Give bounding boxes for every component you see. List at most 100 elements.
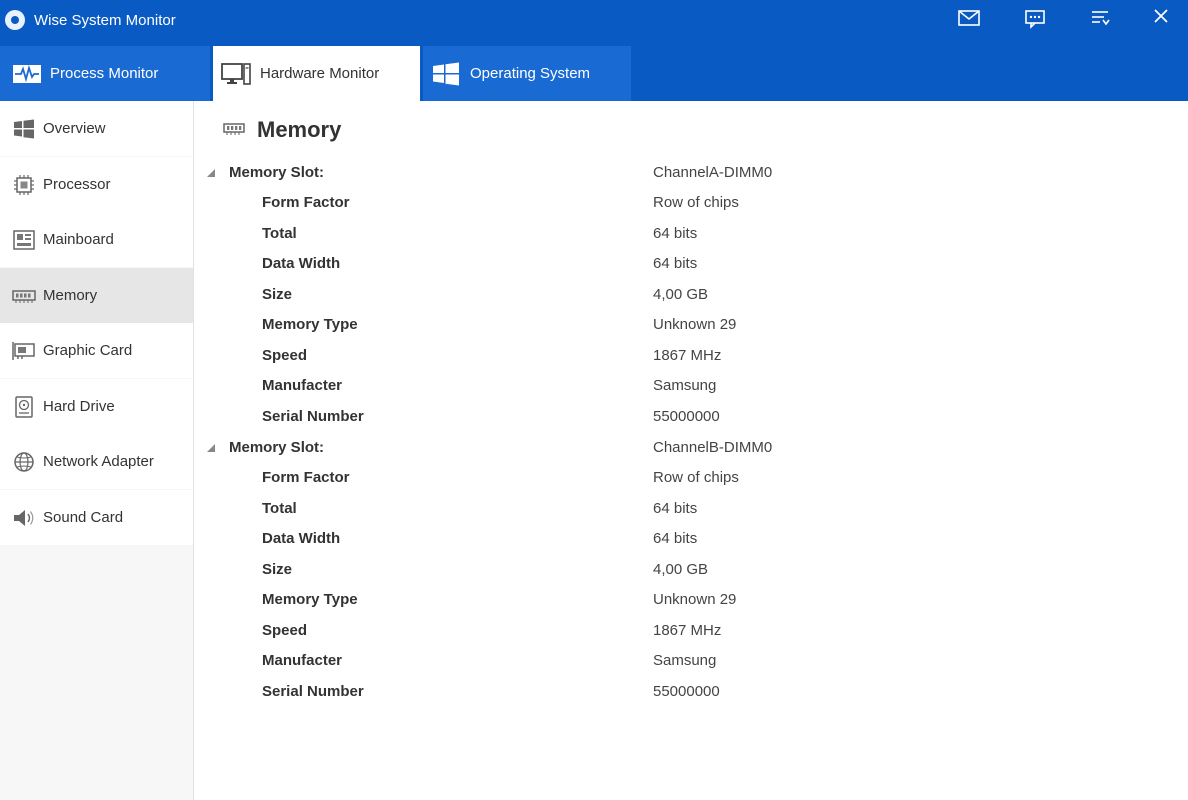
tab-label: Hardware Monitor [260, 65, 380, 82]
computer-icon [221, 61, 251, 87]
property-value: 1867 MHz [653, 347, 722, 364]
property-row: Data Width 64 bits [195, 525, 1188, 555]
property-label: Data Width [262, 255, 341, 272]
property-row: Memory Type Unknown 29 [195, 311, 1188, 341]
slot-value: ChannelA-DIMM0 [653, 164, 773, 181]
app-logo-icon [5, 10, 25, 30]
property-value: Unknown 29 [653, 316, 737, 333]
windows-icon [431, 61, 461, 87]
property-label: Manufacter [262, 652, 343, 669]
property-label: Form Factor [262, 194, 350, 211]
sidebar-item-sound-card[interactable]: Sound Card [0, 490, 193, 545]
property-value: 1867 MHz [653, 622, 722, 639]
sidebar-item-label: Memory [43, 287, 98, 304]
property-row: Total 64 bits [195, 495, 1188, 525]
property-row: Speed 1867 MHz [195, 617, 1188, 647]
property-value: 55000000 [653, 408, 720, 425]
property-row: Serial Number 55000000 [195, 403, 1188, 433]
property-row: Speed 1867 MHz [195, 342, 1188, 372]
slot-label: Memory Slot: [229, 439, 325, 456]
property-value: Row of chips [653, 194, 739, 211]
hard-drive-icon [12, 396, 36, 418]
tab-bar: Process Monitor Hardware Monitor Operati… [0, 46, 1188, 101]
sidebar-item-label: Graphic Card [43, 342, 133, 359]
pulse-icon [12, 61, 42, 87]
mail-icon[interactable] [955, 6, 983, 30]
property-row: Serial Number 55000000 [195, 678, 1188, 708]
property-row: Manufacter Samsung [195, 647, 1188, 677]
property-value: 4,00 GB [653, 561, 709, 578]
sidebar-item-overview[interactable]: Overview [0, 101, 193, 156]
property-value: Unknown 29 [653, 591, 737, 608]
property-row: Size 4,00 GB [195, 281, 1188, 311]
sidebar-item-label: Network Adapter [43, 453, 154, 470]
feedback-icon[interactable] [1021, 6, 1049, 30]
memory-icon [223, 123, 245, 135]
property-label: Form Factor [262, 469, 350, 486]
menu-icon[interactable] [1086, 6, 1114, 30]
close-icon[interactable] [1147, 6, 1175, 30]
mainboard-icon [12, 229, 36, 251]
property-label: Memory Type [262, 316, 358, 333]
property-label: Size [262, 286, 293, 303]
property-label: Size [262, 561, 293, 578]
property-label: Serial Number [262, 408, 364, 425]
sidebar-item-graphic-card[interactable]: Graphic Card [0, 323, 193, 378]
graphic-card-icon [12, 340, 36, 362]
property-label: Serial Number [262, 683, 364, 700]
property-row: Total 64 bits [195, 220, 1188, 250]
cpu-icon [12, 174, 36, 196]
property-row: Manufacter Samsung [195, 372, 1188, 402]
property-value: 64 bits [653, 530, 698, 547]
property-row: Memory Type Unknown 29 [195, 586, 1188, 616]
property-value: Row of chips [653, 469, 739, 486]
page-title: Memory [257, 117, 342, 142]
network-icon [12, 451, 36, 473]
slot-label: Memory Slot: [229, 164, 325, 181]
main-panel: Memory Memory Slot: ChannelA-DIMM0 Form … [195, 101, 1188, 800]
tab-process-monitor[interactable]: Process Monitor [0, 46, 210, 101]
property-label: Data Width [262, 530, 341, 547]
sidebar-item-label: Hard Drive [43, 398, 115, 415]
memory-slot-row: Memory Slot: ChannelB-DIMM0 [195, 434, 1188, 464]
tab-label: Process Monitor [50, 65, 159, 82]
memory-slot-row: Memory Slot: ChannelA-DIMM0 [195, 159, 1188, 189]
property-value: Samsung [653, 652, 717, 669]
property-value: Samsung [653, 377, 717, 394]
property-value: 64 bits [653, 225, 698, 242]
sidebar-item-label: Processor [43, 176, 111, 193]
property-row: Size 4,00 GB [195, 556, 1188, 586]
sidebar: Overview Processor Mainboard Memory Grap… [0, 101, 194, 800]
property-value: 64 bits [653, 255, 698, 272]
tab-label: Operating System [470, 65, 591, 82]
property-label: Speed [262, 622, 308, 639]
property-row: Form Factor Row of chips [195, 189, 1188, 219]
property-value: 4,00 GB [653, 286, 709, 303]
property-value: 64 bits [653, 500, 698, 517]
collapse-triangle-icon[interactable] [206, 443, 216, 453]
sidebar-item-processor[interactable]: Processor [0, 157, 193, 212]
title-bar: Wise System Monitor [0, 0, 1188, 46]
collapse-triangle-icon[interactable] [206, 168, 216, 178]
property-label: Total [262, 225, 297, 242]
property-label: Memory Type [262, 591, 358, 608]
property-label: Speed [262, 347, 308, 364]
tab-operating-system[interactable]: Operating System [423, 46, 631, 101]
sidebar-item-hard-drive[interactable]: Hard Drive [0, 379, 193, 434]
tab-hardware-monitor[interactable]: Hardware Monitor [213, 46, 420, 101]
sidebar-item-label: Overview [43, 120, 106, 137]
slot-value: ChannelB-DIMM0 [653, 439, 773, 456]
property-row: Form Factor Row of chips [195, 464, 1188, 494]
app-title: Wise System Monitor [34, 12, 176, 29]
windows-icon [12, 118, 36, 140]
property-value: 55000000 [653, 683, 720, 700]
memory-icon [12, 285, 36, 307]
sidebar-item-label: Sound Card [43, 509, 124, 526]
sidebar-item-network-adapter[interactable]: Network Adapter [0, 434, 193, 489]
sidebar-item-label: Mainboard [43, 231, 114, 248]
sidebar-item-memory[interactable]: Memory [0, 268, 193, 323]
property-label: Total [262, 500, 297, 517]
sidebar-item-mainboard[interactable]: Mainboard [0, 212, 193, 267]
property-row: Data Width 64 bits [195, 250, 1188, 280]
speaker-icon [12, 507, 36, 529]
